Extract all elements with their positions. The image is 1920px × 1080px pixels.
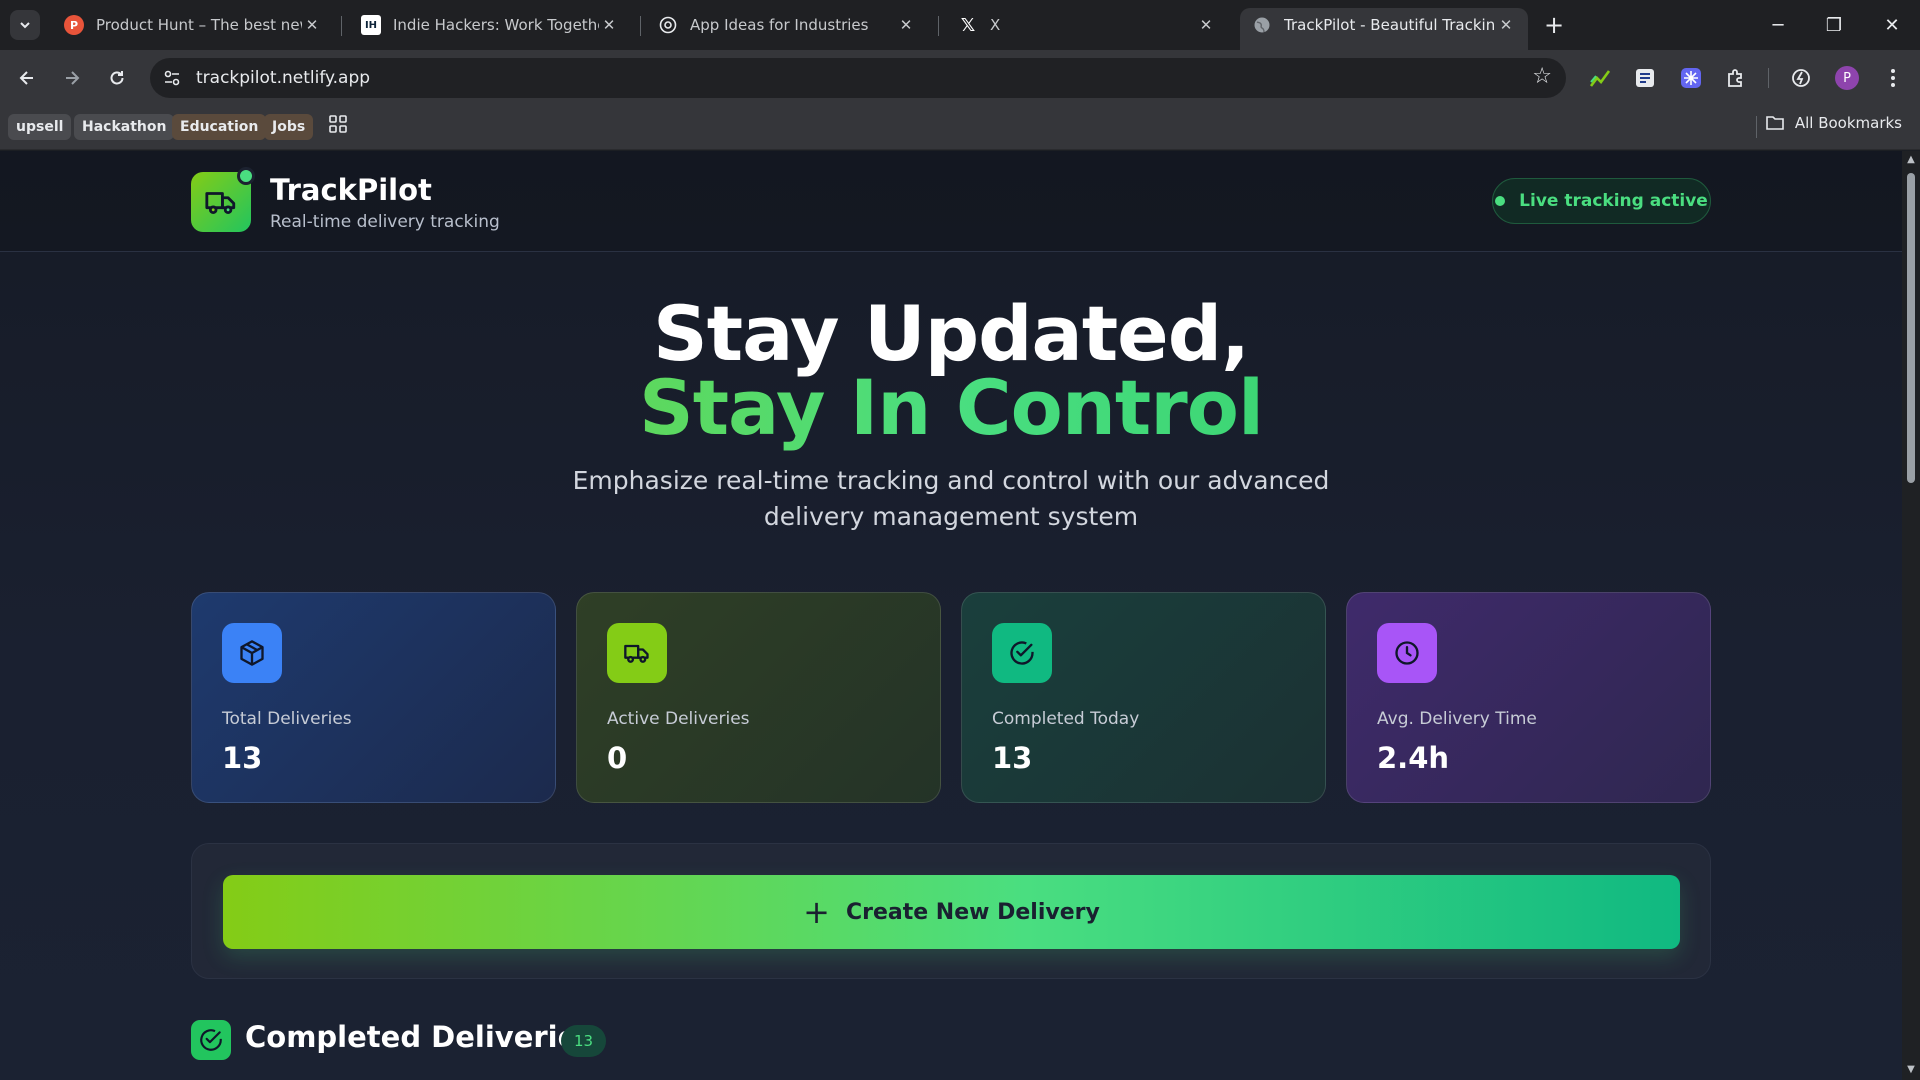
check-circle-icon [191, 1020, 231, 1060]
stat-label: Avg. Delivery Time [1377, 709, 1537, 729]
url-text[interactable]: trackpilot.netlify.app [196, 68, 370, 88]
address-bar[interactable]: trackpilot.netlify.app ☆ [150, 58, 1566, 98]
live-tracking-badge: Live tracking active [1492, 178, 1711, 224]
plus-icon: + [803, 893, 830, 931]
truck-icon [205, 192, 236, 215]
snowflake-extension-icon[interactable] [1677, 64, 1705, 92]
browser-toolbar: trackpilot.netlify.app ☆ P [0, 50, 1920, 106]
close-tab-icon[interactable]: ✕ [896, 15, 916, 35]
profile-avatar[interactable]: P [1833, 64, 1861, 92]
arrow-right-icon [66, 71, 80, 85]
indie-hackers-icon: IH [361, 15, 381, 35]
stat-card-completed-today: Completed Today 13 [961, 592, 1326, 803]
openai-icon [658, 15, 678, 35]
stat-value: 0 [607, 741, 628, 775]
list-extension-icon[interactable] [1631, 64, 1659, 92]
close-tab-icon[interactable]: ✕ [1496, 15, 1516, 35]
close-tab-icon[interactable]: ✕ [302, 15, 322, 35]
box-icon [222, 623, 282, 683]
stat-card-active-deliveries: Active Deliveries 0 [576, 592, 941, 803]
bookmark-education[interactable]: Education [172, 114, 267, 140]
close-tab-icon[interactable]: ✕ [599, 15, 619, 35]
bookmark-upsell[interactable]: upsell [8, 114, 72, 140]
new-tab-button[interactable]: + [1540, 11, 1568, 39]
site-settings-icon[interactable] [162, 68, 182, 88]
clock-icon [1377, 623, 1437, 683]
hero-title-line2: Stay In Control [0, 363, 1902, 452]
close-window-button[interactable]: ✕ [1864, 0, 1920, 50]
back-button[interactable] [12, 63, 42, 93]
bookmark-hackathon[interactable]: Hackathon [74, 114, 175, 140]
brand-tagline: Real-time delivery tracking [270, 212, 500, 232]
apps-grid-icon[interactable] [328, 114, 348, 134]
hero-subtitle: Emphasize real-time tracking and control… [572, 466, 1330, 531]
bookmarks-bar: upsell Hackathon Education Jobs [0, 106, 1920, 150]
tab-product-hunt[interactable]: P Product Hunt – The best new p ✕ [52, 8, 334, 42]
completed-deliveries-heading: Completed Deliveries [245, 1020, 595, 1054]
stat-label: Completed Today [992, 709, 1140, 729]
check-circle-icon [992, 623, 1052, 683]
tab-indie-hackers[interactable]: IH Indie Hackers: Work Together t ✕ [349, 8, 631, 42]
bookmarks-divider [1756, 116, 1757, 138]
stat-card-avg-delivery-time: Avg. Delivery Time 2.4h [1346, 592, 1711, 803]
create-delivery-label: Create New Delivery [845, 899, 1100, 925]
create-new-delivery-button[interactable]: + Create New Delivery [223, 875, 1680, 949]
x-logo-icon: 𝕏 [960, 14, 976, 36]
stat-value: 2.4h [1377, 741, 1450, 775]
tab-title: App Ideas for Industries [690, 16, 869, 34]
browser-menu-icon[interactable] [1879, 64, 1907, 92]
stat-card-total-deliveries: Total Deliveries 13 [191, 592, 556, 803]
toolbar-divider [1768, 68, 1769, 88]
live-tracking-label: Live tracking active [1519, 191, 1708, 211]
live-indicator-dot [1495, 196, 1506, 206]
stats-extension-icon[interactable] [1586, 64, 1614, 92]
create-delivery-panel: + Create New Delivery [191, 843, 1711, 979]
globe-icon [1252, 15, 1272, 35]
profile-initial: P [1835, 66, 1859, 90]
tab-title: TrackPilot - Beautiful Tracking D [1284, 16, 1496, 34]
stat-label: Total Deliveries [222, 709, 352, 729]
minimize-button[interactable]: ─ [1750, 0, 1806, 50]
scroll-up-arrow-icon[interactable]: ▲ [1906, 155, 1916, 165]
tab-app-ideas[interactable]: App Ideas for Industries ✕ [646, 8, 928, 42]
close-tab-icon[interactable]: ✕ [1196, 15, 1216, 35]
reload-button[interactable] [102, 63, 132, 93]
extensions-puzzle-icon[interactable] [1722, 64, 1750, 92]
tab-divider [341, 16, 342, 36]
bookmark-jobs[interactable]: Jobs [264, 114, 314, 140]
all-bookmarks-button[interactable]: All Bookmarks [1765, 114, 1902, 132]
completed-count-badge: 13 [561, 1025, 606, 1057]
scroll-down-arrow-icon[interactable]: ▼ [1906, 1065, 1916, 1075]
tab-x[interactable]: 𝕏 X ✕ [946, 8, 1228, 42]
all-bookmarks-label: All Bookmarks [1794, 114, 1902, 132]
tab-trackpilot[interactable]: TrackPilot - Beautiful Tracking D ✕ [1240, 8, 1528, 50]
stat-value: 13 [992, 741, 1033, 775]
tab-title: Indie Hackers: Work Together t [393, 16, 599, 34]
tab-title: X [990, 16, 1001, 34]
product-hunt-icon: P [64, 15, 84, 35]
chevron-down-icon [20, 22, 30, 29]
app-header: TrackPilot Real-time delivery tracking L… [0, 151, 1902, 252]
reload-icon [110, 71, 124, 85]
tab-divider [938, 16, 939, 36]
page-viewport: TrackPilot Real-time delivery tracking L… [0, 151, 1902, 1080]
forward-button[interactable] [57, 63, 87, 93]
performance-icon[interactable] [1787, 64, 1815, 92]
tab-search-button[interactable] [10, 10, 40, 40]
tab-title: Product Hunt – The best new p [96, 16, 302, 34]
arrow-left-icon [19, 71, 33, 85]
tab-divider [640, 16, 641, 36]
browser-tab-strip: P Product Hunt – The best new p ✕ IH Ind… [0, 0, 1920, 50]
stat-label: Active Deliveries [607, 709, 750, 729]
stat-value: 13 [222, 741, 263, 775]
folder-icon [1766, 116, 1784, 130]
bookmark-star-icon[interactable]: ☆ [1532, 66, 1552, 88]
scrollbar-thumb[interactable] [1907, 173, 1915, 483]
truck-icon [607, 623, 667, 683]
restore-button[interactable]: ❐ [1806, 0, 1862, 50]
page-scrollbar[interactable]: ▲ ▼ [1902, 151, 1920, 1080]
brand-name: TrackPilot [270, 173, 432, 207]
logo-status-dot [237, 167, 255, 185]
